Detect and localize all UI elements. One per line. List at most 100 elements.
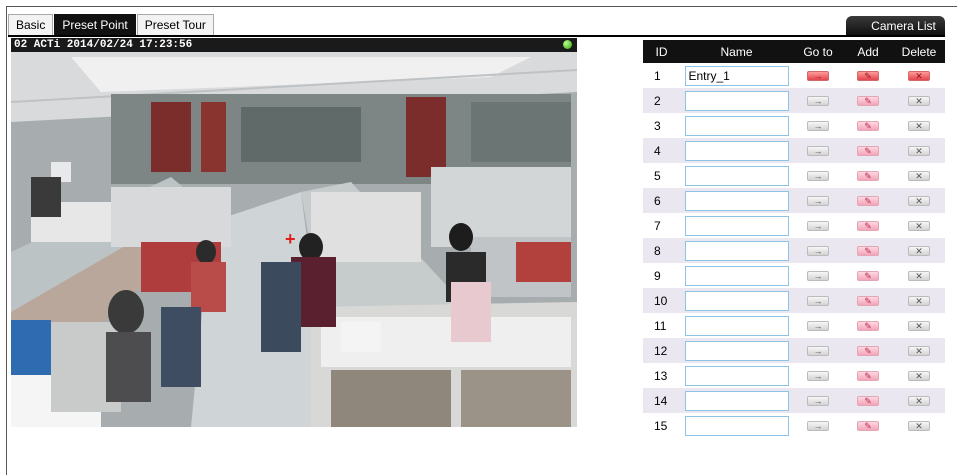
add-button[interactable]: ✎ [857,146,879,157]
goto-button[interactable]: → [807,396,829,407]
preset-id: 9 [654,268,661,283]
preset-name-input[interactable] [684,65,789,86]
ptz-center-marker-icon: + [285,229,296,249]
delete-button[interactable]: ✕ [908,96,930,107]
preset-id: 11 [654,318,667,333]
x-icon: ✕ [915,271,923,282]
delete-button[interactable]: ✕ [908,121,930,132]
goto-button[interactable]: → [807,246,829,257]
tab-preset-point[interactable]: Preset Point [54,14,136,35]
goto-button[interactable]: → [807,271,829,282]
add-button[interactable]: ✎ [857,371,879,382]
delete-button[interactable]: ✕ [908,146,930,157]
arrow-right-icon: → [813,296,823,307]
delete-button[interactable]: ✕ [908,271,930,282]
add-cell: ✎ [843,263,893,288]
goto-button[interactable]: → [807,121,829,132]
preset-row: 5 → ✎ ✕ [643,163,945,188]
add-cell: ✎ [843,363,893,388]
delete-button[interactable]: ✕ [908,396,930,407]
add-button[interactable]: ✎ [857,421,879,432]
add-button[interactable]: ✎ [857,71,879,82]
column-header-name: Name [680,40,793,63]
x-icon: ✕ [915,196,923,207]
preset-name-input[interactable] [684,190,789,211]
delete-button[interactable]: ✕ [908,196,930,207]
preset-id: 4 [643,138,680,163]
delete-cell: ✕ [893,388,945,413]
add-button[interactable]: ✎ [857,271,879,282]
preset-name-input[interactable] [684,165,789,186]
goto-button[interactable]: → [807,346,829,357]
x-icon: ✕ [915,421,923,432]
delete-button[interactable]: ✕ [908,246,930,257]
goto-cell: → [793,338,843,363]
goto-button[interactable]: → [807,71,829,82]
add-button[interactable]: ✎ [857,296,879,307]
goto-button[interactable]: → [807,196,829,207]
preset-name-input[interactable] [684,390,789,411]
pencil-icon: ✎ [864,146,872,157]
tab-basic[interactable]: Basic [8,14,54,35]
add-button[interactable]: ✎ [857,171,879,182]
goto-button[interactable]: → [807,296,829,307]
add-button[interactable]: ✎ [857,346,879,357]
delete-cell: ✕ [893,288,945,313]
delete-cell: ✕ [893,63,945,88]
preset-row: 8 → ✎ ✕ [643,238,945,263]
camera-list-button[interactable]: Camera List [846,16,945,36]
add-button[interactable]: ✎ [857,96,879,107]
x-icon: ✕ [915,396,923,407]
arrow-right-icon: → [813,196,823,207]
goto-button[interactable]: → [807,171,829,182]
live-video-view[interactable]: + [11,52,577,427]
delete-button[interactable]: ✕ [908,221,930,232]
delete-button[interactable]: ✕ [908,321,930,332]
preset-name-input[interactable] [684,415,789,436]
add-button[interactable]: ✎ [857,196,879,207]
add-button[interactable]: ✎ [857,121,879,132]
preset-name-input[interactable] [684,240,789,261]
preset-name-cell [680,163,793,188]
preset-row: 12 → ✎ ✕ [643,338,945,363]
preset-name-input[interactable] [684,315,789,336]
goto-cell: → [793,288,843,313]
preset-name-input[interactable] [684,215,789,236]
preset-name-input[interactable] [684,265,789,286]
delete-cell: ✕ [893,163,945,188]
goto-button[interactable]: → [807,421,829,432]
delete-button[interactable]: ✕ [908,346,930,357]
arrow-right-icon: → [813,396,823,407]
preset-name-input[interactable] [684,90,789,111]
x-icon: ✕ [915,121,923,132]
goto-button[interactable]: → [807,221,829,232]
x-icon: ✕ [915,71,923,82]
preset-name-input[interactable] [684,340,789,361]
preset-name-input[interactable] [684,140,789,161]
preset-name-input[interactable] [684,365,789,386]
goto-button[interactable]: → [807,371,829,382]
goto-button[interactable]: → [807,146,829,157]
preset-name-input[interactable] [684,290,789,311]
delete-button[interactable]: ✕ [908,296,930,307]
add-button[interactable]: ✎ [857,221,879,232]
delete-button[interactable]: ✕ [908,421,930,432]
add-button[interactable]: ✎ [857,321,879,332]
goto-button[interactable]: → [807,96,829,107]
column-header-delete: Delete [893,40,945,63]
preset-name-cell [680,263,793,288]
table-scroll-clip [643,440,945,448]
preset-name-cell [680,238,793,263]
preset-id: 8 [643,238,680,263]
delete-button[interactable]: ✕ [908,71,930,82]
preset-name-input[interactable] [684,115,789,136]
tab-preset-tour[interactable]: Preset Tour [136,14,214,35]
goto-button[interactable]: → [807,321,829,332]
add-button[interactable]: ✎ [857,246,879,257]
pencil-icon: ✎ [864,321,872,332]
pencil-icon: ✎ [864,346,872,357]
add-button[interactable]: ✎ [857,396,879,407]
delete-button[interactable]: ✕ [908,171,930,182]
delete-cell: ✕ [893,363,945,388]
delete-button[interactable]: ✕ [908,371,930,382]
